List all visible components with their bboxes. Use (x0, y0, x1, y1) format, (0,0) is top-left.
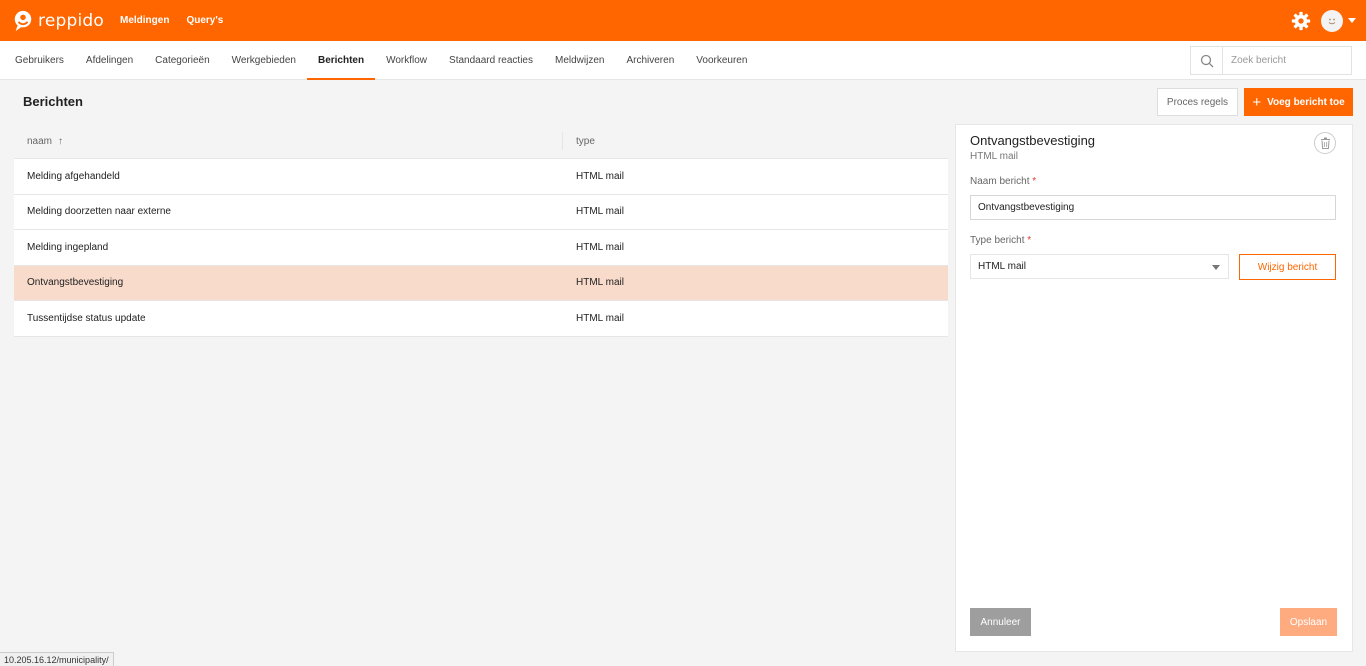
cell-name: Ontvangstbevestiging (27, 277, 124, 289)
tab-archiveren[interactable]: Archiveren (615, 41, 685, 79)
tab-berichten[interactable]: Berichten (306, 41, 376, 80)
tab-standaard-reacties[interactable]: Standaard reacties (438, 41, 544, 79)
cell-type: HTML mail (576, 312, 624, 324)
type-label: Type bericht * (970, 235, 1032, 246)
trash-icon (1320, 137, 1330, 149)
search-box (1190, 46, 1352, 75)
tab-voorkeuren[interactable]: Voorkeuren (685, 41, 758, 79)
logo[interactable]: reppido (12, 0, 104, 41)
table-row[interactable]: Tussentijdse status update HTML mail (14, 301, 948, 337)
table-header: naam ↑ type (14, 124, 948, 159)
logo-icon (14, 10, 32, 31)
required-mark: * (1027, 235, 1032, 246)
avatar[interactable] (1321, 9, 1343, 32)
chevron-down-icon (1212, 265, 1220, 270)
nav-querys[interactable]: Query's (186, 15, 223, 26)
avatar-icon (1328, 18, 1336, 24)
add-message-button[interactable]: + Voeg bericht toe (1244, 88, 1353, 116)
cell-type: HTML mail (576, 241, 624, 253)
tab-meldwijzen[interactable]: Meldwijzen (544, 41, 615, 79)
cell-type: HTML mail (576, 277, 624, 289)
search-icon[interactable] (1191, 47, 1223, 74)
add-message-label: Voeg bericht toe (1267, 96, 1345, 108)
cell-name: Tussentijdse status update (27, 312, 146, 324)
name-label: Naam bericht * (970, 176, 1037, 187)
cell-type: HTML mail (576, 206, 624, 218)
column-header-type[interactable]: type (563, 136, 595, 147)
search-input[interactable] (1223, 55, 1343, 66)
edit-message-button[interactable]: Wijzig bericht (1239, 254, 1336, 280)
tab-categorieen[interactable]: Categorieën (144, 41, 220, 79)
sort-ascending-icon: ↑ (58, 135, 64, 147)
chevron-down-icon[interactable] (1348, 18, 1356, 23)
cell-name: Melding afgehandeld (27, 170, 120, 182)
selected-type: HTML mail (978, 261, 1026, 272)
column-header-name[interactable]: naam ↑ (14, 132, 563, 150)
top-bar: reppido Meldingen Query's (0, 0, 1366, 41)
plus-icon: + (1252, 93, 1262, 111)
tab-gebruikers[interactable]: Gebruikers (0, 41, 75, 79)
browser-status-url: 10.205.16.12/municipality/ (0, 652, 114, 666)
gear-icon[interactable] (1291, 11, 1311, 31)
table-row[interactable]: Melding afgehandeld HTML mail (14, 159, 948, 195)
required-mark: * (1032, 176, 1037, 187)
delete-button[interactable] (1314, 132, 1336, 154)
page-title: Berichten (23, 94, 83, 109)
tab-workflow[interactable]: Workflow (375, 41, 438, 79)
cell-name: Melding doorzetten naar externe (27, 206, 171, 218)
message-type-select[interactable]: HTML mail (970, 254, 1229, 279)
messages-table: naam ↑ type Melding afgehandeld HTML mai… (14, 124, 948, 337)
save-button[interactable]: Opslaan (1280, 608, 1337, 636)
nav-meldingen[interactable]: Meldingen (120, 15, 169, 26)
detail-title: Ontvangstbevestiging (970, 133, 1096, 148)
message-detail-panel: Ontvangstbevestiging HTML mail Naam beri… (955, 124, 1353, 652)
tab-werkgebieden[interactable]: Werkgebieden (221, 41, 307, 79)
table-row[interactable]: Melding ingepland HTML mail (14, 230, 948, 266)
settings-nav: Gebruikers Afdelingen Categorieën Werkge… (0, 41, 1366, 80)
cell-name: Melding ingepland (27, 241, 109, 253)
cancel-button[interactable]: Annuleer (970, 608, 1031, 636)
logo-text: reppido (38, 10, 104, 31)
table-row[interactable]: Melding doorzetten naar externe HTML mai… (14, 194, 948, 230)
process-rules-button[interactable]: Proces regels (1157, 88, 1238, 116)
detail-subtitle: HTML mail (970, 151, 1018, 162)
message-name-input[interactable] (970, 195, 1336, 220)
cell-type: HTML mail (576, 170, 624, 182)
table-row-selected[interactable]: Ontvangstbevestiging HTML mail (14, 265, 948, 301)
tab-afdelingen[interactable]: Afdelingen (75, 41, 144, 79)
top-right-controls (1291, 0, 1356, 41)
